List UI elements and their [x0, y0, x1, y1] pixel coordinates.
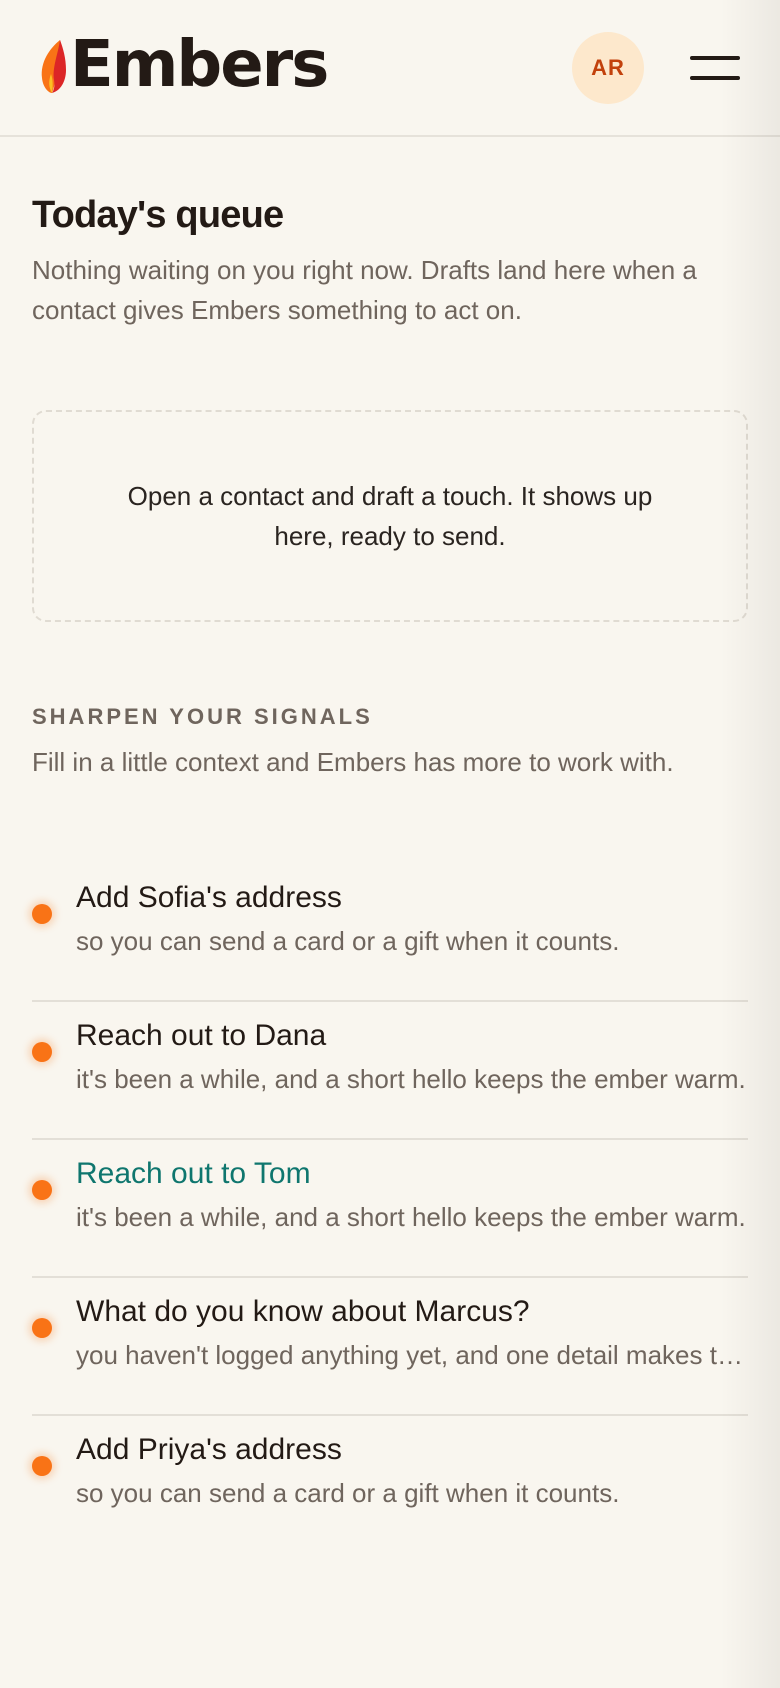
- signals-description: Fill in a little context and Embers has …: [32, 747, 674, 777]
- signal-title: Reach out to Tom: [76, 1157, 311, 1190]
- page-title: Today's queue: [32, 194, 284, 236]
- signal-item-reach-tom[interactable]: Reach out to Tom it's been a while, and …: [32, 1140, 748, 1278]
- dot-icon: [32, 904, 52, 924]
- flame-icon: [41, 40, 66, 93]
- signal-item-sofia-address[interactable]: Add Sofia's address so you can send a ca…: [32, 864, 748, 1002]
- signal-title: What do you know about Marcus?: [76, 1295, 530, 1328]
- signal-title: Add Sofia's address: [76, 881, 342, 914]
- signal-item-marcus[interactable]: What do you know about Marcus? you haven…: [32, 1278, 748, 1416]
- signal-item-reach-dana[interactable]: Reach out to Dana it's been a while, and…: [32, 1002, 748, 1140]
- signal-subtitle: you haven't logged anything yet, and one…: [76, 1340, 748, 1370]
- signal-subtitle: so you can send a card or a gift when it…: [76, 1478, 620, 1508]
- app-header: Embers AR: [0, 0, 780, 137]
- page: Embers AR Today's queue Nothing waiting …: [0, 0, 780, 1688]
- signal-list: Add Sofia's address so you can send a ca…: [32, 864, 748, 1554]
- signal-subtitle: it's been a while, and a short hello kee…: [76, 1202, 746, 1232]
- dot-icon: [32, 1456, 52, 1476]
- hamburger-menu-icon[interactable]: [690, 54, 740, 82]
- menu-line: [690, 76, 740, 80]
- signals-heading: SHARPEN YOUR SIGNALS: [32, 704, 373, 729]
- signal-subtitle: it's been a while, and a short hello kee…: [76, 1064, 746, 1094]
- dot-icon: [32, 1042, 52, 1062]
- menu-line: [690, 56, 740, 60]
- signal-item-priya-address[interactable]: Add Priya's address so you can send a ca…: [32, 1416, 748, 1554]
- empty-queue-card: Open a contact and draft a touch. It sho…: [32, 410, 748, 622]
- queue-description: Nothing waiting on you right now. Drafts…: [32, 255, 697, 325]
- empty-queue-message: Open a contact and draft a touch. It sho…: [127, 481, 653, 551]
- dot-icon: [32, 1180, 52, 1200]
- app-logo[interactable]: Embers: [38, 28, 329, 102]
- user-avatar[interactable]: AR: [572, 32, 644, 104]
- dot-icon: [32, 1318, 52, 1338]
- app-name: Embers: [70, 28, 329, 102]
- signal-subtitle: so you can send a card or a gift when it…: [76, 926, 620, 956]
- signal-title: Add Priya's address: [76, 1433, 342, 1466]
- signal-title: Reach out to Dana: [76, 1019, 327, 1052]
